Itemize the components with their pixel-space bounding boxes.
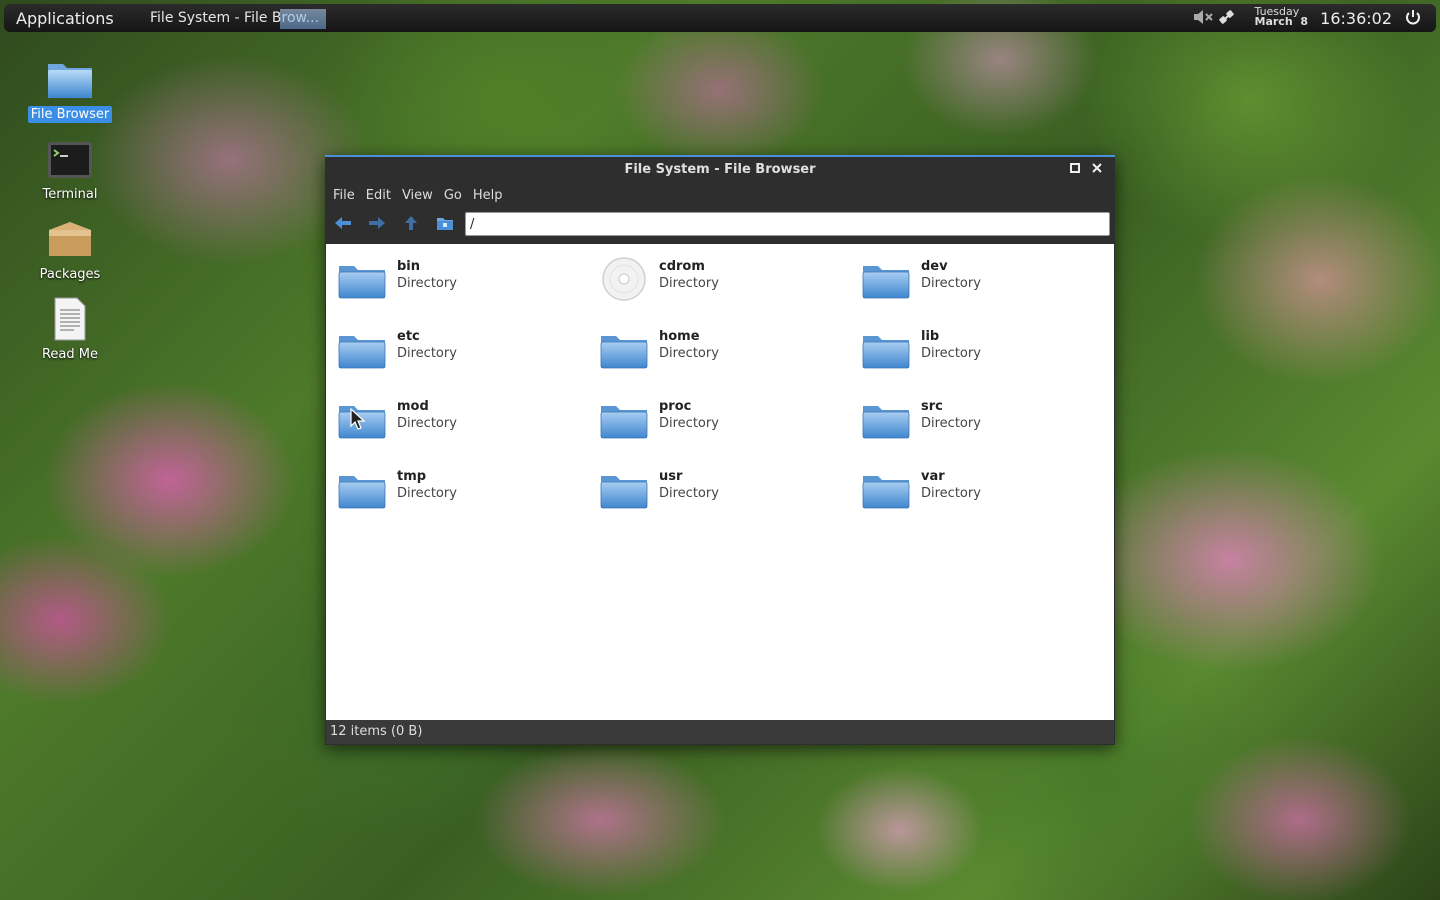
desktop-icon-file-browser[interactable]: File Browser: [25, 58, 115, 123]
status-text: 12 items (0 B): [330, 724, 423, 739]
folder-icon: [860, 466, 912, 516]
file-browser-window: File System - File Browser File Edit Vie…: [325, 155, 1115, 745]
power-icon[interactable]: [1404, 8, 1422, 30]
close-button[interactable]: [1089, 162, 1105, 178]
file-item-dev[interactable]: dev Directory: [858, 254, 1120, 324]
file-item-var[interactable]: var Directory: [858, 464, 1120, 534]
file-item-type: Directory: [397, 276, 457, 291]
text-document-icon: [54, 297, 86, 341]
folder-icon: [336, 466, 388, 516]
file-item-proc[interactable]: proc Directory: [596, 394, 858, 464]
desktop-icon-label: Read Me: [41, 347, 98, 362]
window-titlebar[interactable]: File System - File Browser: [325, 157, 1115, 183]
file-item-name: proc: [659, 399, 692, 414]
file-item-cdrom[interactable]: cdrom Directory: [596, 254, 858, 324]
clock[interactable]: 16:36:02: [1320, 9, 1392, 28]
status-bar: 12 items (0 B): [326, 720, 1114, 744]
menu-view[interactable]: View: [402, 188, 433, 203]
up-arrow-icon: [405, 216, 417, 230]
file-item-type: Directory: [659, 486, 719, 501]
file-item-bin[interactable]: bin Directory: [334, 254, 596, 324]
file-item-name: tmp: [397, 469, 427, 484]
file-item-home[interactable]: home Directory: [596, 324, 858, 394]
maximize-button[interactable]: [1067, 162, 1083, 178]
close-icon: [1092, 163, 1102, 173]
file-item-name: home: [659, 329, 700, 344]
desktop-icon-label: File Browser: [27, 106, 113, 123]
file-grid: bin Directory cdrom Directory dev Directory…: [334, 254, 1120, 534]
folder-icon: [336, 326, 388, 376]
menu-bar: File Edit View Go Help: [325, 183, 1115, 207]
file-item-name: mod: [397, 399, 429, 414]
desktop-icon-label: Terminal: [42, 187, 98, 202]
file-item-etc[interactable]: etc Directory: [334, 324, 596, 394]
applications-menu-button[interactable]: Applications: [16, 9, 114, 28]
back-arrow-icon: [335, 217, 351, 229]
folder-icon: [598, 326, 650, 376]
file-item-type: Directory: [921, 416, 981, 431]
file-item-type: Directory: [659, 416, 719, 431]
file-item-type: Directory: [921, 276, 981, 291]
date-display[interactable]: Tuesday March 8: [1254, 6, 1308, 28]
date-month: March: [1254, 15, 1293, 28]
folder-icon: [860, 326, 912, 376]
file-item-type: Directory: [397, 346, 457, 361]
system-tray: Tuesday March 8 16:36:02: [1176, 4, 1436, 32]
folder-icon: [598, 466, 650, 516]
file-item-name: bin: [397, 259, 421, 274]
desktop-icon-read-me[interactable]: Read Me: [25, 296, 115, 363]
file-item-usr[interactable]: usr Directory: [596, 464, 858, 534]
file-item-mod[interactable]: mod Directory: [334, 394, 596, 464]
file-item-name: usr: [659, 469, 683, 484]
maximize-icon: [1070, 163, 1080, 173]
file-item-type: Directory: [659, 346, 719, 361]
network-icon[interactable]: [1218, 8, 1236, 30]
folder-icon: [860, 256, 912, 306]
desktop-icon-terminal[interactable]: Terminal: [25, 140, 115, 203]
file-item-lib[interactable]: lib Directory: [858, 324, 1120, 394]
file-item-src[interactable]: src Directory: [858, 394, 1120, 464]
taskbar-item-file-browser[interactable]: File System - File Brow...: [146, 8, 326, 30]
window-thumbnail: [280, 9, 326, 29]
home-folder-icon: [437, 218, 453, 230]
terminal-icon: [48, 142, 92, 178]
file-item-type: Directory: [397, 486, 457, 501]
mouse-pointer-icon: [350, 408, 366, 430]
up-button[interactable]: [403, 215, 423, 233]
file-item-name: src: [921, 399, 943, 414]
file-item-name: var: [921, 469, 945, 484]
forward-arrow-icon: [369, 217, 385, 229]
volume-muted-icon[interactable]: [1192, 8, 1214, 30]
desktop-icon-packages[interactable]: Packages: [25, 218, 115, 283]
folder-icon: [48, 64, 92, 98]
path-input[interactable]: [465, 212, 1110, 236]
menu-edit[interactable]: Edit: [366, 188, 391, 203]
menu-file[interactable]: File: [333, 188, 355, 203]
file-item-type: Directory: [921, 486, 981, 501]
file-item-type: Directory: [397, 416, 457, 431]
date-number: 8: [1300, 15, 1308, 28]
menu-go[interactable]: Go: [444, 188, 462, 203]
folder-icon: [860, 396, 912, 446]
folder-icon: [598, 396, 650, 446]
file-item-name: dev: [921, 259, 948, 274]
file-item-type: Directory: [659, 276, 719, 291]
top-panel: Applications File System - File Brow... …: [4, 4, 1436, 32]
file-item-type: Directory: [921, 346, 981, 361]
folder-icon: [336, 256, 388, 306]
file-list-area[interactable]: bin Directory cdrom Directory dev Directory…: [326, 244, 1114, 722]
window-title: File System - File Browser: [624, 162, 816, 177]
back-button[interactable]: [334, 215, 354, 233]
cdrom-icon: [598, 256, 650, 306]
menu-help[interactable]: Help: [473, 188, 503, 203]
desktop-icon-label: Packages: [39, 267, 101, 282]
toolbar: [325, 207, 1115, 241]
file-item-name: cdrom: [659, 259, 705, 274]
file-item-tmp[interactable]: tmp Directory: [334, 464, 596, 534]
forward-button[interactable]: [368, 215, 388, 233]
home-folder-button[interactable]: [436, 215, 456, 233]
package-icon: [49, 222, 91, 256]
file-item-name: lib: [921, 329, 940, 344]
file-item-name: etc: [397, 329, 420, 344]
